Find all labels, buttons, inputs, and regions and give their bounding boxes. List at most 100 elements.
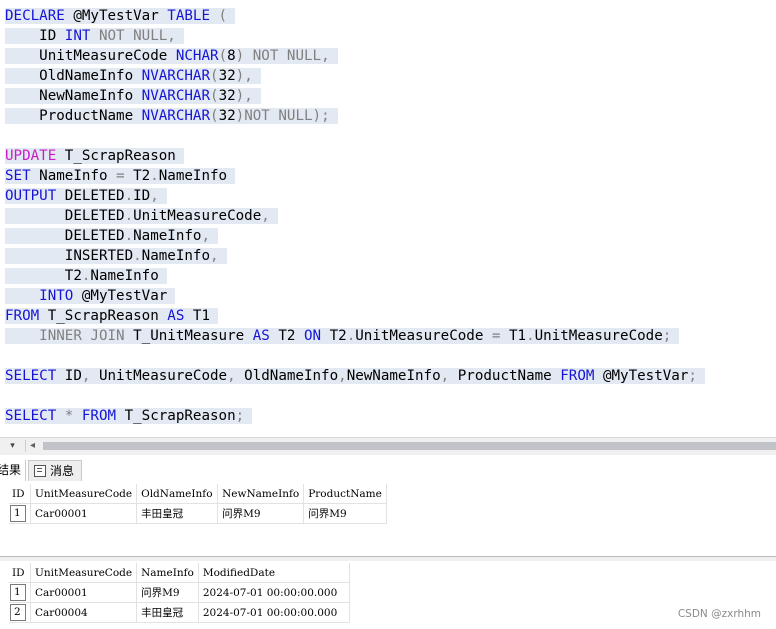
sql-identifier: T2 — [321, 328, 347, 344]
scroll-thumb[interactable] — [43, 442, 776, 450]
result-grid-2[interactable]: ID UnitMeasureCode NameInfo ModifiedDate 1 Ca… — [9, 563, 350, 623]
code-line[interactable]: DELETED.NameInfo, — [5, 226, 219, 246]
watermark: CSDN @zxrhhm — [677, 608, 761, 620]
column-header-oldnameinfo[interactable]: OldNameInfo — [136, 484, 219, 504]
sql-identifier: UnitMeasureCode — [534, 328, 663, 344]
sql-identifier: T2 — [269, 328, 304, 344]
sql-identifier: DELETED — [5, 228, 125, 244]
sql-identifier: @MyTestVar — [73, 288, 168, 304]
sql-identifier: UnitMeasureCode — [90, 368, 228, 384]
column-header-nameinfo[interactable]: NameInfo — [136, 563, 199, 583]
sql-operator: ) — [235, 48, 245, 64]
code-line[interactable]: OUTPUT DELETED.ID, — [5, 186, 167, 206]
tab-results[interactable]: 结果 — [0, 460, 26, 481]
code-line[interactable]: SELECT * FROM T_ScrapReason; — [5, 406, 253, 426]
table-row[interactable]: 1 Car00001 问界M9 2024-07-01 00:00:00.000 — [9, 582, 350, 603]
selected-code-text: OldNameInfo NVARCHAR(32), — [5, 68, 261, 84]
sql-keyword: FROM — [5, 308, 40, 324]
code-line[interactable]: INNER JOIN T_UnitMeasure AS T2 ON T2.Uni… — [5, 326, 680, 346]
selected-cell: 1 — [10, 505, 26, 522]
sql-identifier: NameInfo — [158, 168, 228, 184]
code-line[interactable]: UnitMeasureCode NCHAR(8) NOT NULL, — [5, 46, 338, 66]
grid-cell[interactable]: 2024-07-01 00:00:00.000 — [198, 582, 350, 603]
selected-cell: 1 — [10, 584, 26, 601]
zoom-dropdown[interactable]: ▾ — [0, 440, 26, 452]
code-line[interactable]: OldNameInfo NVARCHAR(32), — [5, 66, 261, 86]
column-header-unitmeasurecode[interactable]: UnitMeasureCode — [30, 563, 138, 583]
selected-code-text: DECLARE @MyTestVar TABLE ( — [5, 8, 236, 24]
sql-operator: , — [440, 368, 450, 384]
sql-operator: , — [150, 188, 159, 204]
sql-identifier: 32 — [218, 68, 236, 84]
grid-cell[interactable]: 问界M9 — [136, 582, 199, 603]
grid-cell[interactable]: Car00001 — [30, 582, 138, 603]
column-header-unitmeasurecode[interactable]: UnitMeasureCode — [30, 484, 138, 504]
sql-identifier: ID — [5, 28, 65, 44]
sql-operator: ; — [662, 328, 672, 344]
code-line[interactable]: DECLARE @MyTestVar TABLE ( — [5, 6, 236, 26]
tab-messages[interactable]: 消息 — [28, 460, 82, 481]
sql-identifier: T2 — [5, 268, 82, 284]
column-header-modifieddate[interactable]: ModifiedDate — [198, 563, 350, 583]
grid-cell[interactable]: 2024-07-01 00:00:00.000 — [198, 602, 350, 623]
table-row[interactable]: 1 Car00001 丰田皇冠 问界M9 问界M9 — [9, 503, 387, 524]
sql-operator: = — [116, 168, 125, 184]
result-grid-1[interactable]: ID UnitMeasureCode OldNameInfo NewNameInfo P… — [9, 484, 387, 524]
grid-cell[interactable]: 丰田皇冠 — [136, 503, 219, 524]
sql-keyword: NVARCHAR — [141, 108, 211, 124]
selected-code-text: SELECT * FROM T_ScrapReason; — [5, 408, 253, 424]
row-number[interactable]: 2 — [9, 602, 31, 623]
ssms-window: DECLARE @MyTestVar TABLE ( ID INT NOT NU… — [0, 0, 776, 629]
messages-icon — [34, 465, 46, 477]
code-line[interactable]: NewNameInfo NVARCHAR(32), — [5, 86, 261, 106]
grid-cell[interactable]: 问界M9 — [303, 503, 387, 524]
column-header-id[interactable]: ID — [9, 563, 31, 583]
selected-code-text: ID INT NOT NULL, — [5, 28, 184, 44]
code-line[interactable]: DELETED.UnitMeasureCode, — [5, 206, 278, 226]
grid-cell[interactable]: 丰田皇冠 — [136, 602, 199, 623]
selected-code-text: INNER JOIN T_UnitMeasure AS T2 ON T2.Uni… — [5, 328, 680, 344]
sql-identifier: DELETED — [5, 208, 125, 224]
selected-code-text: DELETED.NameInfo, — [5, 228, 219, 244]
sql-keyword: SELECT — [5, 408, 57, 424]
sql-operator: * — [56, 408, 74, 424]
sql-identifier: 32 — [218, 108, 236, 124]
scroll-left-arrow-icon[interactable]: ◂ — [30, 440, 35, 452]
sql-operator: . — [133, 248, 142, 264]
code-line[interactable]: UPDATE T_ScrapReason — [5, 146, 184, 166]
sql-keyword: INT — [64, 28, 91, 44]
code-line[interactable]: INSERTED.NameInfo, — [5, 246, 227, 266]
tab-results-label: 结果 — [0, 463, 22, 477]
sql-dml-keyword: UPDATE — [5, 148, 57, 164]
sql-operator: , — [261, 208, 270, 224]
sql-identifier: ProductName — [5, 108, 142, 124]
selected-code-text: ProductName NVARCHAR(32)NOT NULL); — [5, 108, 338, 124]
code-line[interactable]: FROM T_ScrapReason AS T1 — [5, 306, 219, 326]
code-line[interactable]: SELECT ID, UnitMeasureCode, OldNameInfo,… — [5, 366, 705, 386]
query-editor[interactable]: DECLARE @MyTestVar TABLE ( ID INT NOT NU… — [0, 0, 776, 436]
result-grid-1-pane: ID UnitMeasureCode OldNameInfo NewNameInfo P… — [0, 482, 776, 555]
row-number[interactable]: 1 — [9, 582, 31, 603]
horizontal-scrollbar[interactable]: ▾ ◂ — [0, 437, 776, 455]
sql-identifier: ID — [133, 188, 151, 204]
sql-operator: , — [201, 228, 211, 244]
sql-identifier: NameInfo — [30, 168, 117, 184]
table-row[interactable]: 2 Car00004 丰田皇冠 2024-07-01 00:00:00.000 — [9, 602, 350, 623]
grid-cell[interactable]: 问界M9 — [217, 503, 305, 524]
code-line[interactable]: ID INT NOT NULL, — [5, 26, 184, 46]
code-line[interactable]: INTO @MyTestVar — [5, 286, 176, 306]
sql-identifier: T_ScrapReason — [39, 308, 168, 324]
grid-cell[interactable]: Car00004 — [30, 602, 138, 623]
column-header-id[interactable]: ID — [9, 484, 31, 504]
code-line[interactable]: SET NameInfo = T2.NameInfo — [5, 166, 236, 186]
grid-cell[interactable]: Car00001 — [30, 503, 138, 524]
sql-operator: NOT NULL, — [90, 28, 176, 44]
column-header-newnameinfo[interactable]: NewNameInfo — [217, 484, 305, 504]
code-line[interactable]: T2.NameInfo — [5, 266, 167, 286]
row-number[interactable]: 1 — [9, 503, 31, 524]
selected-code-text: FROM T_ScrapReason AS T1 — [5, 308, 219, 324]
column-header-productname[interactable]: ProductName — [303, 484, 387, 504]
code-line[interactable]: ProductName NVARCHAR(32)NOT NULL); — [5, 106, 338, 126]
sql-keyword: NVARCHAR — [141, 68, 211, 84]
sql-operator: . — [124, 208, 134, 224]
